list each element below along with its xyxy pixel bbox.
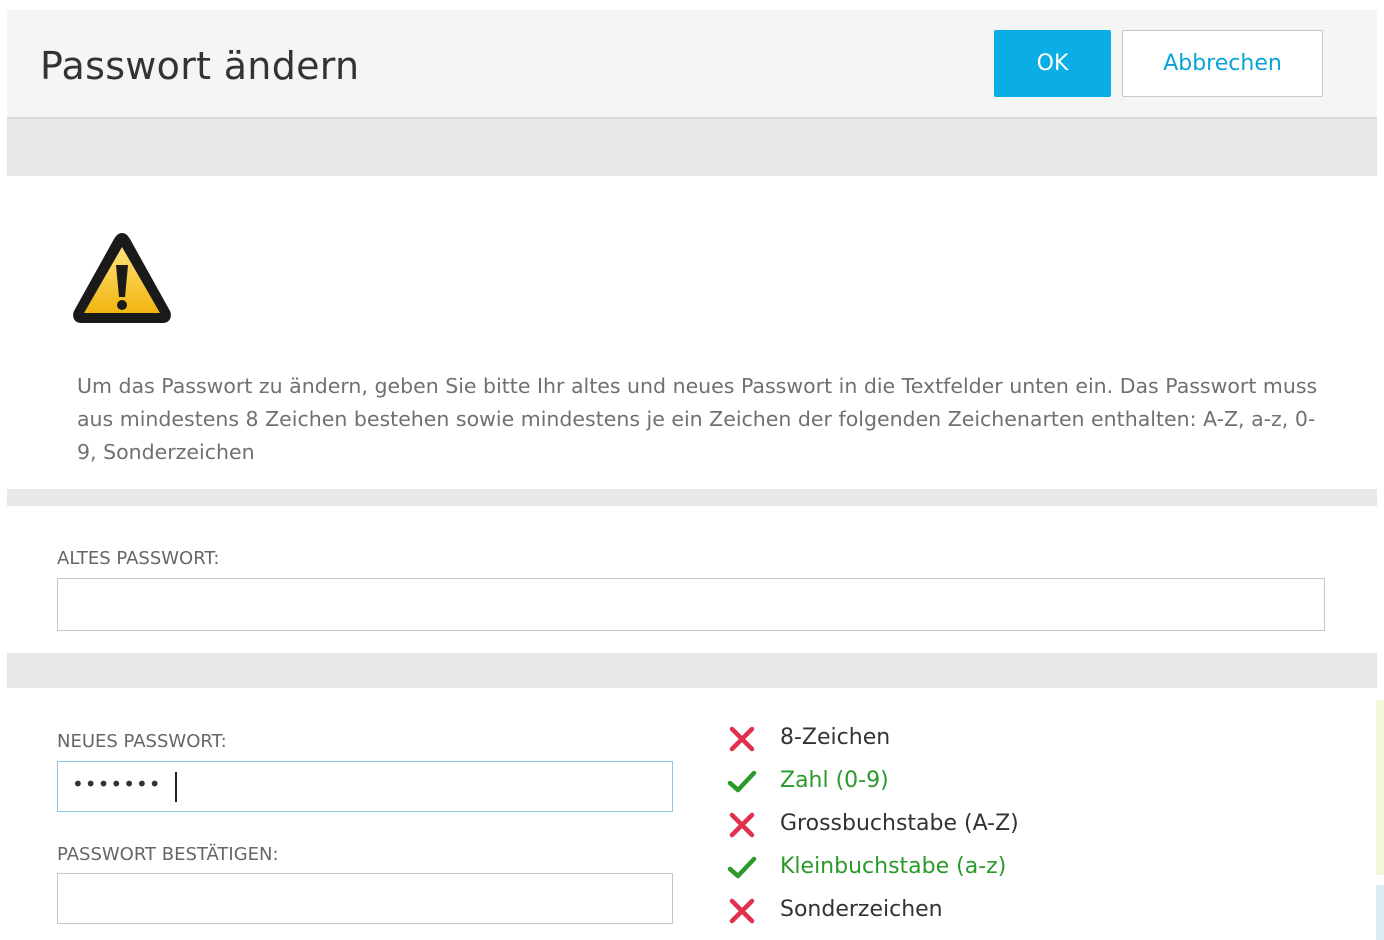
dialog-header: Passwort ändern OK Abbrechen [7, 10, 1377, 119]
confirm-password-input[interactable] [57, 873, 673, 924]
old-password-input[interactable] [57, 578, 1325, 631]
rule-label: Zahl (0-9) [780, 768, 889, 793]
new-password-label: NEUES PASSWORT: [57, 731, 227, 752]
instructions-text: Um das Passwort zu ändern, geben Sie bit… [77, 374, 1318, 464]
cross-icon [729, 898, 755, 924]
new-password-input[interactable]: ••••••• [57, 761, 673, 812]
dialog-title: Passwort ändern [40, 44, 360, 88]
checkmark-icon [727, 856, 757, 879]
old-password-label: ALTES PASSWORT: [57, 548, 220, 569]
section-divider [7, 119, 1377, 176]
ok-button[interactable]: OK [994, 30, 1111, 97]
new-password-value: ••••••• [72, 772, 162, 796]
rule-special-char: Sonderzeichen [727, 896, 1127, 930]
text-cursor [175, 772, 177, 802]
checkmark-icon [727, 770, 757, 793]
rule-label: Sonderzeichen [780, 897, 943, 922]
rule-lowercase: Kleinbuchstabe (a-z) [727, 853, 1127, 887]
rule-label: Kleinbuchstabe (a-z) [780, 854, 1007, 879]
rule-label: Grossbuchstabe (A-Z) [780, 811, 1019, 836]
cross-icon [729, 812, 755, 838]
rule-digit: Zahl (0-9) [727, 767, 1127, 801]
cancel-button[interactable]: Abbrechen [1122, 30, 1323, 97]
warning-triangle-icon [73, 233, 171, 323]
background-strip [1376, 885, 1384, 940]
change-password-dialog: Passwort ändern OK Abbrechen Um das Pass… [7, 10, 1377, 940]
section-divider [7, 653, 1377, 688]
confirm-password-label: PASSWORT BESTÄTIGEN: [57, 844, 279, 865]
rule-uppercase: Grossbuchstabe (A-Z) [727, 810, 1127, 844]
rule-label: 8-Zeichen [780, 725, 891, 750]
section-divider [7, 489, 1377, 506]
cross-icon [729, 726, 755, 752]
background-strip [1376, 700, 1384, 875]
rule-min-length: 8-Zeichen [727, 724, 1127, 758]
